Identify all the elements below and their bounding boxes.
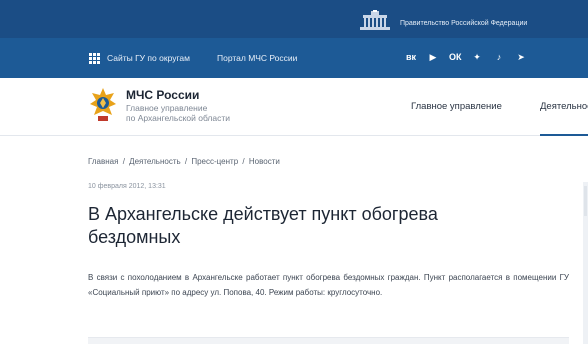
twitter-icon[interactable]: ✦	[471, 51, 483, 63]
nav-activity[interactable]: Деятельность	[540, 101, 588, 112]
side-rail-marker	[584, 186, 587, 216]
government-link[interactable]: Правительство Российской Федерации	[358, 10, 528, 34]
emercom-portal-link[interactable]: Портал МЧС России	[217, 53, 297, 63]
breadcrumb-separator: /	[242, 157, 245, 166]
nav-main-directorate[interactable]: Главное управление	[411, 101, 502, 112]
social-links: вк ▶ ОК ✦ ♪ ➤	[405, 51, 527, 63]
grid-menu-icon[interactable]	[89, 53, 100, 64]
org-subtitle-line2: по Архангельской области	[126, 113, 231, 123]
org-subtitle: Главное управление по Архангельской обла…	[126, 103, 286, 123]
article-title: В Архангельске действует пункт обогрева …	[88, 204, 438, 247]
tiktok-icon[interactable]: ♪	[493, 51, 505, 63]
breadcrumb-press-center[interactable]: Пресс-центр	[191, 157, 238, 166]
breadcrumb: Главная / Деятельность / Пресс-центр / Н…	[88, 157, 280, 166]
article-date: 10 февраля 2012, 13:31	[88, 183, 166, 190]
breadcrumb-separator: /	[184, 157, 188, 166]
regional-sites-link[interactable]: Сайты ГУ по округам	[107, 53, 190, 63]
active-nav-indicator	[540, 134, 588, 136]
telegram-icon[interactable]: ➤	[515, 51, 527, 63]
org-title[interactable]: МЧС России	[126, 88, 199, 102]
site-header: МЧС России Главное управление по Арханге…	[0, 78, 588, 136]
breadcrumb-separator: /	[122, 157, 125, 166]
article-panel	[88, 337, 569, 344]
government-top-bar: Правительство Российской Федерации	[0, 0, 588, 38]
youtube-icon[interactable]: ▶	[427, 51, 439, 63]
secondary-nav-bar: Сайты ГУ по округам Портал МЧС России вк…	[0, 38, 588, 78]
vk-icon[interactable]: вк	[405, 51, 417, 63]
org-subtitle-line1: Главное управление	[126, 103, 208, 113]
breadcrumb-news[interactable]: Новости	[249, 157, 280, 166]
emchs-emblem-icon[interactable]	[89, 87, 117, 123]
government-link-label: Правительство Российской Федерации	[400, 19, 528, 27]
odnoklassniki-icon[interactable]: ОК	[449, 51, 462, 63]
government-building-icon	[360, 10, 390, 30]
breadcrumb-home[interactable]: Главная	[88, 157, 118, 166]
breadcrumb-activity[interactable]: Деятельность	[129, 157, 181, 166]
article-body: В связи с похолоданием в Архангельске ра…	[88, 273, 569, 297]
